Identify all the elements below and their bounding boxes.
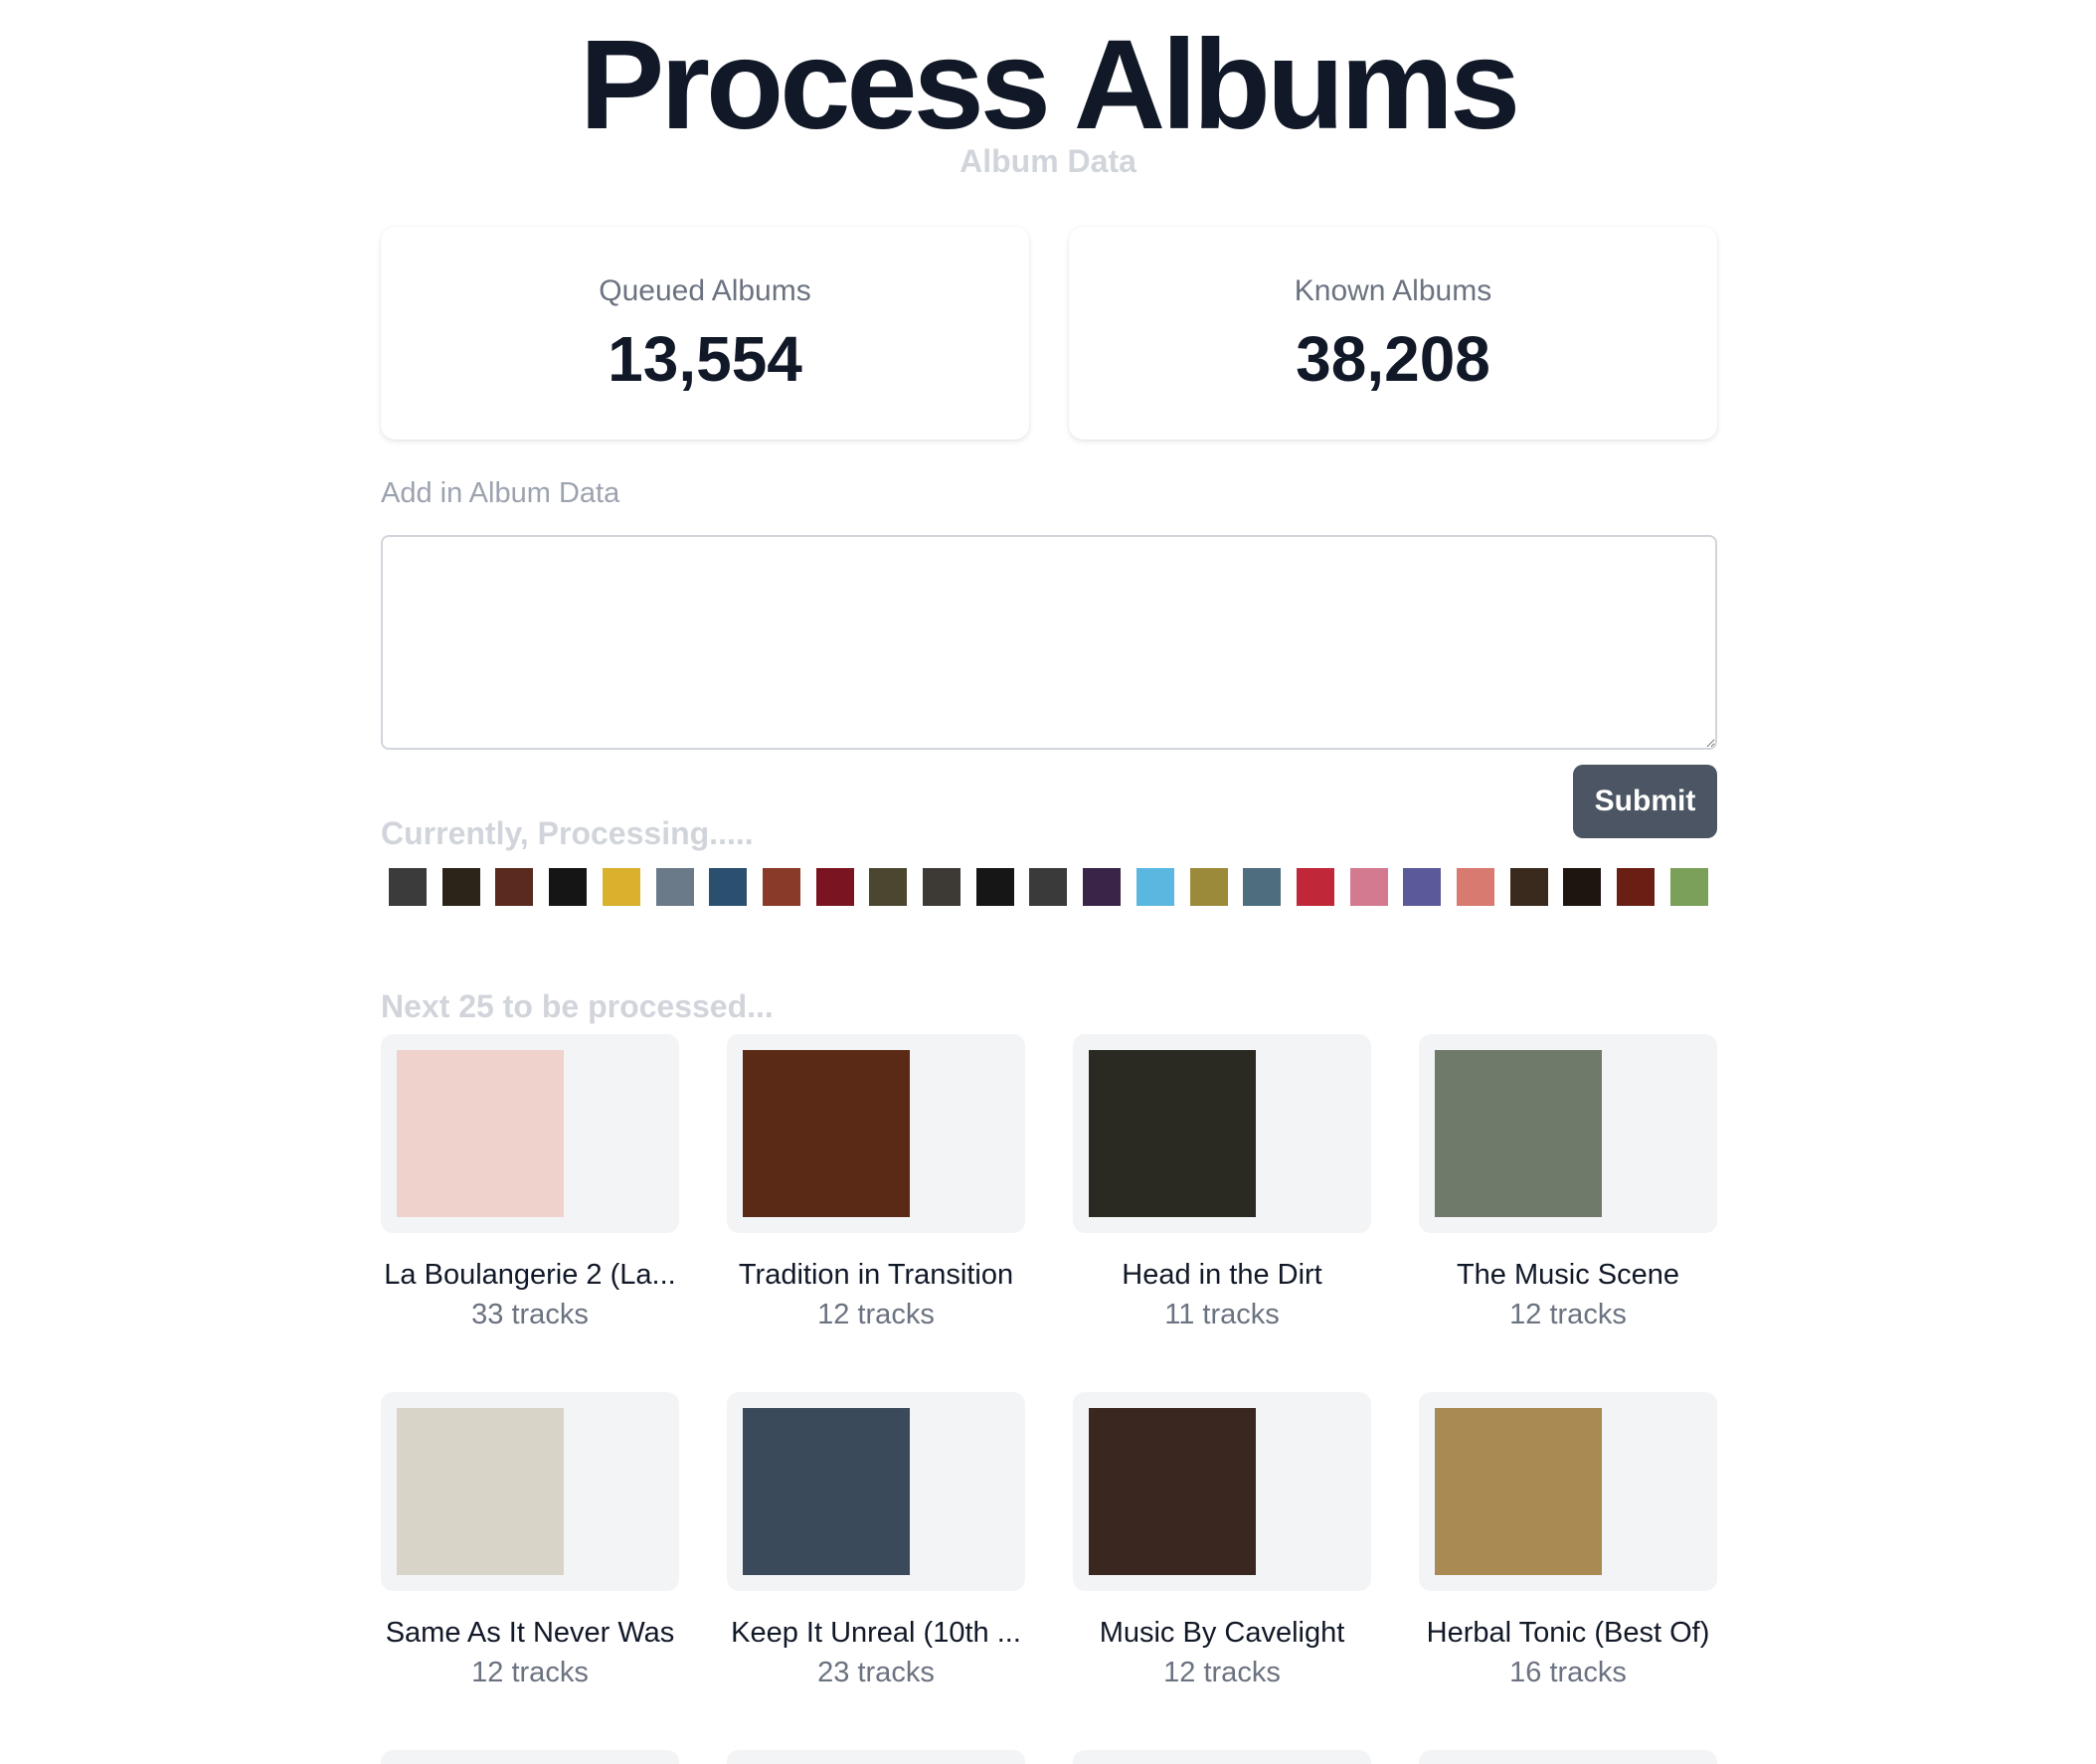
processing-album-thumbnail <box>1189 868 1228 906</box>
album-track-count: 23 tracks <box>817 1657 935 1688</box>
processing-album-thumbnail <box>1083 868 1122 906</box>
album-track-count: 33 tracks <box>471 1299 589 1330</box>
album-cover-frame <box>1073 1392 1371 1591</box>
album-track-count: 12 tracks <box>817 1299 935 1330</box>
processing-album-thumbnail <box>1029 868 1068 906</box>
album-cover-image <box>1435 1408 1602 1575</box>
processing-album-thumbnail <box>602 868 640 906</box>
processing-album-thumbnail <box>1563 868 1602 906</box>
album-cover-image <box>1089 1408 1256 1575</box>
processing-album-thumbnail <box>1509 868 1548 906</box>
processing-album-thumbnail <box>549 868 588 906</box>
submit-button[interactable]: Submit <box>1573 765 1717 838</box>
album-cover-frame <box>381 1392 679 1591</box>
album-track-count: 12 tracks <box>1509 1299 1627 1330</box>
album-cover-image <box>1435 1050 1602 1217</box>
album-cover-frame <box>381 1034 679 1233</box>
album-cover-frame <box>727 1034 1025 1233</box>
album-track-count: 16 tracks <box>1509 1657 1627 1688</box>
album-title: Same As It Never Was <box>385 1617 675 1649</box>
processing-album-thumbnail <box>441 868 480 906</box>
album-title: Tradition in Transition <box>738 1259 1014 1291</box>
album-cover-image <box>743 1050 910 1217</box>
album-title: The Music Scene <box>1456 1259 1680 1291</box>
processing-album-thumbnail <box>1243 868 1282 906</box>
processing-album-thumbnail <box>1457 868 1494 906</box>
album-title: Music By Cavelight <box>1099 1617 1345 1649</box>
next-queue-heading: Next 25 to be processed... <box>381 988 774 1024</box>
album-cover-image <box>743 1408 910 1575</box>
page-title: Process Albums <box>579 14 1520 156</box>
processing-album-thumbnail <box>762 868 800 906</box>
album-track-count: 12 tracks <box>1163 1657 1281 1688</box>
processing-album-thumbnail <box>1669 868 1708 906</box>
album-data-textarea[interactable] <box>381 535 1717 750</box>
processing-album-thumbnail <box>1617 868 1656 906</box>
album-cover-frame <box>727 1392 1025 1591</box>
processing-album-thumbnail <box>869 868 908 906</box>
processing-album-thumbnail <box>389 868 427 906</box>
processing-album-thumbnail <box>815 868 854 906</box>
album-title: Keep It Unreal (10th ... <box>731 1617 1021 1649</box>
known-albums-value: 38,208 <box>1296 323 1490 395</box>
processing-album-thumbnail <box>923 868 961 906</box>
processing-album-thumbnail <box>1135 868 1174 906</box>
processing-thumbnails <box>381 868 1717 908</box>
album-cover-image <box>397 1050 564 1217</box>
processing-album-thumbnail <box>495 868 534 906</box>
album-card-peek <box>381 1750 679 1764</box>
album-cover-image <box>397 1408 564 1575</box>
queued-albums-card: Queued Albums 13,554 <box>381 227 1029 440</box>
album-title: Head in the Dirt <box>1122 1259 1322 1291</box>
processing-album-thumbnail <box>655 868 694 906</box>
album-track-count: 11 tracks <box>1164 1299 1280 1330</box>
known-albums-label: Known Albums <box>1294 274 1492 307</box>
page-subtitle: Album Data <box>960 143 1136 179</box>
album-cover-frame <box>1073 1034 1371 1233</box>
album-cover-image <box>1089 1050 1256 1217</box>
album-title: Herbal Tonic (Best Of) <box>1426 1617 1710 1649</box>
processing-heading: Currently, Processing..... <box>381 815 754 851</box>
known-albums-card: Known Albums 38,208 <box>1069 227 1717 440</box>
processing-album-thumbnail <box>975 868 1014 906</box>
queued-albums-label: Queued Albums <box>599 274 811 307</box>
process-albums-page: Process Albums Album Data Queued Albums … <box>0 0 2096 1764</box>
album-card-peek <box>1419 1750 1717 1764</box>
album-card-peek <box>1073 1750 1371 1764</box>
processing-album-thumbnail <box>1296 868 1334 906</box>
processing-album-thumbnail <box>1403 868 1442 906</box>
queued-albums-value: 13,554 <box>608 323 802 395</box>
album-title: La Boulangerie 2 (La... <box>384 1259 676 1291</box>
album-card-peek <box>727 1750 1025 1764</box>
album-data-label: Add in Album Data <box>381 477 620 509</box>
album-cover-frame <box>1419 1034 1717 1233</box>
album-cover-frame <box>1419 1392 1717 1591</box>
processing-album-thumbnail <box>1349 868 1388 906</box>
processing-album-thumbnail <box>709 868 748 906</box>
album-track-count: 12 tracks <box>471 1657 589 1688</box>
